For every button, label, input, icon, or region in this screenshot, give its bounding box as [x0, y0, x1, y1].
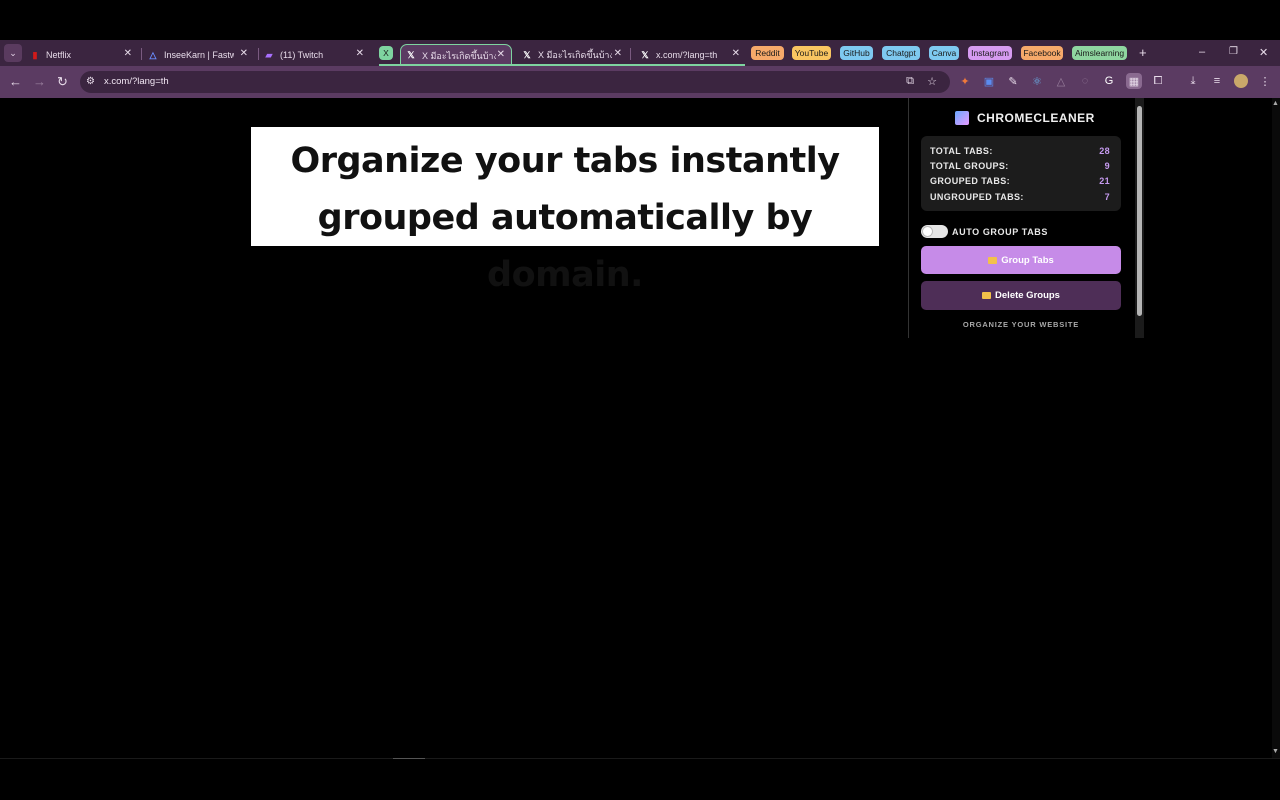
stat-total-tabs: TOTAL TABS: 28 [930, 146, 1110, 156]
stat-ungrouped-tabs: UNGROUPED TABS: 7 [930, 192, 1110, 202]
scroll-down-arrow-icon[interactable]: ▼ [1272, 748, 1279, 755]
stat-value: 7 [1104, 192, 1110, 202]
tab-x-active[interactable]: 𝕏 X มีอะไรเกิดขึ้นบ้าง / X ✕ [400, 44, 512, 66]
close-icon[interactable]: ✕ [732, 48, 740, 59]
headline-line-1: Organize your tabs instantly [290, 141, 840, 181]
tab-x-3[interactable]: 𝕏 x.com/?lang=th ✕ [636, 44, 746, 66]
headline-line-2: grouped automatically by domain. [317, 198, 813, 295]
address-bar[interactable] [80, 71, 950, 93]
popup-scroll-thumb[interactable] [1137, 106, 1142, 316]
tab-title: X มีอะไรเกิดขึ้นบ้าง / X [538, 50, 612, 60]
bottom-indicator [393, 758, 425, 759]
url-text[interactable]: x.com/?lang=th [104, 76, 169, 87]
popup-header: CHROMECLEANER [955, 111, 1095, 125]
tab-separator [258, 48, 259, 60]
download-icon[interactable]: ⤓ [1186, 74, 1200, 88]
tab-netflix[interactable]: ▮ Netflix ✕ [30, 44, 138, 66]
tab-title: X มีอะไรเกิดขึ้นบ้าง / X [422, 50, 496, 61]
grammarly-icon[interactable]: G [1102, 74, 1116, 88]
stat-label: GROUPED TABS: [930, 176, 1011, 186]
headline: Organize your tabs instantly grouped aut… [251, 133, 879, 304]
forward-arrow-icon[interactable]: → [33, 74, 46, 89]
tab-group-aimslearning[interactable]: Aimslearning [1072, 46, 1127, 60]
color-picker-icon[interactable]: ✎ [1006, 74, 1020, 88]
toggle-knob [923, 227, 932, 236]
extension-fox-icon[interactable]: ✦ [958, 74, 972, 88]
reload-icon[interactable]: ↻ [57, 74, 68, 90]
screen-top-margin [0, 0, 1280, 40]
tab-group-chatgpt[interactable]: Chatgpt [882, 46, 920, 60]
close-icon[interactable]: ✕ [614, 48, 622, 59]
x-icon: 𝕏 [407, 50, 415, 60]
x-icon: 𝕏 [523, 49, 531, 60]
extension-circle-icon[interactable]: ◌ [1078, 74, 1092, 88]
stat-label: TOTAL TABS: [930, 146, 993, 156]
restore-button[interactable]: ❐ [1229, 46, 1238, 57]
tab-search-button[interactable]: ⌄ [4, 44, 22, 62]
window-close-button[interactable]: ✕ [1259, 46, 1268, 59]
tab-twitch[interactable]: ▰ (11) Twitch ✕ [264, 44, 370, 66]
tab-fastwork[interactable]: △ InseeKarn | Fastwo ✕ [148, 44, 254, 66]
folder-icon [988, 256, 998, 264]
popup-footer: ORGANIZE YOUR WEBSITE [962, 320, 1080, 329]
minimize-button[interactable]: – [1199, 46, 1205, 58]
tab-title: InseeKarn | Fastwo [164, 50, 234, 60]
back-arrow-icon[interactable]: ← [9, 74, 22, 89]
tab-group-x[interactable]: X [379, 46, 393, 60]
tab-group-youtube[interactable]: YouTube [792, 46, 831, 60]
close-icon[interactable]: ✕ [356, 48, 364, 59]
site-settings-icon[interactable]: ⚙ [86, 76, 98, 88]
bottom-bar [0, 758, 1280, 800]
tab-group-reddit[interactable]: Reddit [751, 46, 784, 60]
group-tabs-label: Group Tabs [1001, 254, 1054, 266]
tab-group-instagram[interactable]: Instagram [968, 46, 1012, 60]
stat-grouped-tabs: GROUPED TABS: 21 [930, 176, 1110, 186]
tab-group-canva[interactable]: Canva [929, 46, 959, 60]
close-icon[interactable]: ✕ [497, 49, 505, 60]
profile-avatar[interactable] [1234, 74, 1248, 88]
chromecleaner-logo-icon [955, 111, 969, 125]
tab-separator [630, 48, 631, 60]
tab-group-github[interactable]: GitHub [840, 46, 873, 60]
delete-groups-button[interactable]: Delete Groups [921, 281, 1121, 310]
menu-kebab-icon[interactable]: ⋮ [1258, 74, 1272, 88]
translate-icon[interactable]: ▣ [982, 74, 996, 88]
install-app-icon[interactable]: ⧉ [903, 74, 917, 88]
stat-value: 21 [1099, 176, 1110, 186]
bookmark-star-icon[interactable]: ☆ [925, 74, 939, 88]
stat-label: TOTAL GROUPS: [930, 161, 1009, 171]
stat-value: 28 [1099, 146, 1110, 156]
reading-list-icon[interactable]: ≡ [1210, 74, 1224, 88]
delete-groups-label: Delete Groups [995, 290, 1060, 301]
group-tabs-button[interactable]: Group Tabs [921, 246, 1121, 274]
folder-icon [982, 292, 992, 299]
extension-triangle-icon[interactable]: △ [1054, 74, 1068, 88]
twitch-icon: ▰ [265, 49, 273, 60]
tab-group-facebook[interactable]: Facebook [1021, 46, 1063, 60]
scroll-up-arrow-icon[interactable]: ▲ [1272, 100, 1279, 107]
close-icon[interactable]: ✕ [124, 48, 132, 59]
new-tab-button[interactable]: + [1139, 45, 1147, 60]
tab-title: (11) Twitch [280, 50, 324, 60]
stat-value: 9 [1104, 161, 1110, 171]
stat-total-groups: TOTAL GROUPS: 9 [930, 161, 1110, 171]
fastwork-icon: △ [149, 49, 157, 60]
popup-title: CHROMECLEANER [977, 111, 1095, 125]
page-scrollbar[interactable] [1272, 98, 1280, 758]
react-devtools-icon[interactable]: ⚛ [1030, 74, 1044, 88]
tab-x-2[interactable]: 𝕏 X มีอะไรเกิดขึ้นบ้าง / X ✕ [518, 44, 628, 66]
chromecleaner-extension-icon[interactable]: ▦ [1126, 73, 1142, 89]
netflix-icon: ▮ [32, 49, 38, 60]
auto-group-label: AUTO GROUP TABS [952, 227, 1049, 237]
tab-title: Netflix [46, 50, 72, 60]
stat-label: UNGROUPED TABS: [930, 192, 1024, 202]
tab-separator [141, 48, 142, 60]
extensions-puzzle-icon[interactable]: ⧠ [1151, 74, 1165, 88]
tab-title: x.com/?lang=th [656, 50, 718, 60]
x-icon: 𝕏 [641, 49, 649, 60]
close-icon[interactable]: ✕ [240, 48, 248, 59]
